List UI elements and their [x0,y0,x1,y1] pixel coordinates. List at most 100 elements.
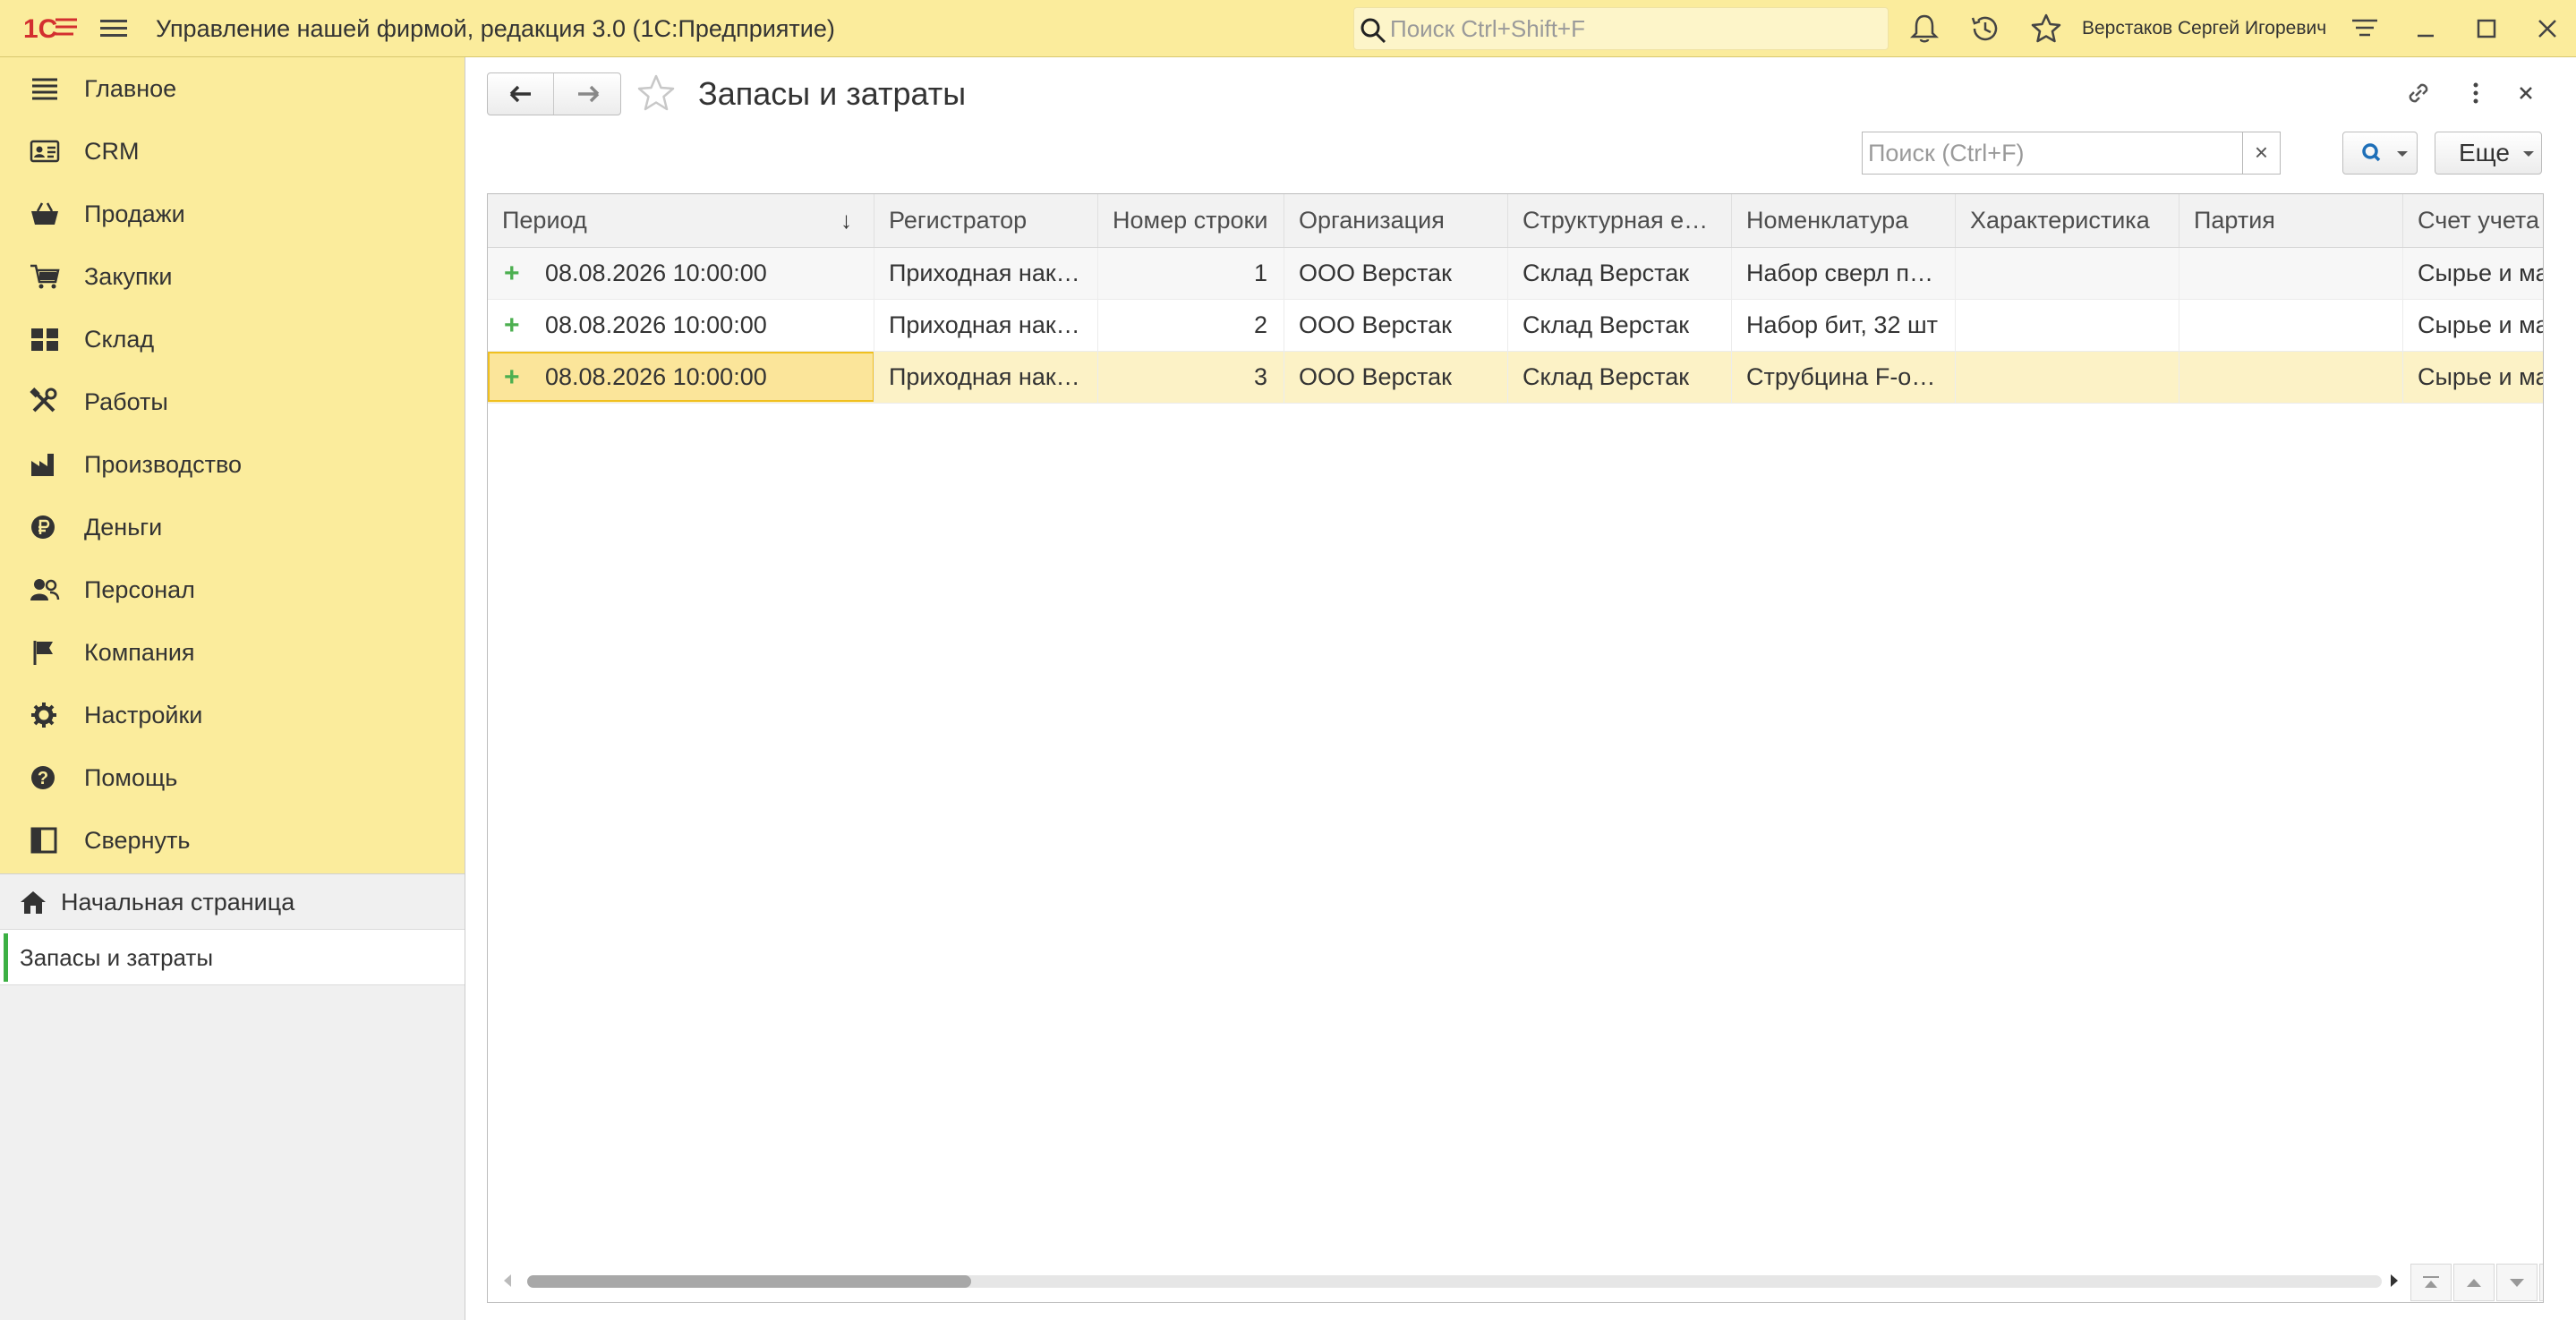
sidebar-item-production[interactable]: Производство [0,433,464,496]
scroll-right-icon[interactable] [2391,1274,2398,1287]
cell-nomenclature[interactable]: Набор сверл п… [1732,248,1956,299]
sidebar-item-help[interactable]: ? Помощь [0,746,464,809]
cell-organization[interactable]: ООО Верстак [1284,352,1508,403]
global-search-input[interactable] [1390,8,1873,49]
column-header-period[interactable]: Период ↓ [488,194,874,247]
sidebar-item-label: Компания [84,639,195,666]
column-header-batch[interactable]: Партия [2179,194,2403,247]
home-page-link[interactable]: Начальная страница [0,874,465,930]
cell-batch[interactable] [2179,352,2403,403]
sidebar-item-works[interactable]: Работы [0,370,464,433]
page-down-button[interactable] [2496,1264,2538,1301]
column-header-characteristic[interactable]: Характеристика [1956,194,2179,247]
cell-structural-unit[interactable]: Склад Верстак [1508,300,1732,351]
main-menu-icon[interactable] [100,16,127,41]
favorites-star-icon[interactable] [2028,11,2064,47]
settings-menu-icon[interactable] [2347,11,2383,47]
cell-structural-unit[interactable]: Склад Верстак [1508,352,1732,403]
sidebar-item-label: Главное [84,75,177,102]
close-form-icon[interactable] [2508,75,2544,111]
cell-line-number[interactable]: 2 [1098,300,1284,351]
column-header-registrar[interactable]: Регистратор [874,194,1098,247]
cart-icon [30,264,60,289]
cell-batch[interactable] [2179,300,2403,351]
go-to-first-button[interactable] [2410,1264,2452,1301]
forward-button[interactable] [555,73,621,115]
cell-batch[interactable] [2179,248,2403,299]
sort-descending-icon[interactable]: ↓ [840,194,852,247]
sidebar-item-warehouse[interactable]: Склад [0,308,464,370]
column-header-nomenclature[interactable]: Номенклатура [1732,194,1956,247]
column-header-structural-unit[interactable]: Структурная е… [1508,194,1732,247]
cell-registrar[interactable]: Приходная нак… [874,300,1098,351]
minimize-icon[interactable] [2408,11,2444,47]
sidebar-item-money[interactable]: Деньги [0,496,464,558]
cell-period[interactable]: 08.08.2026 10:00:00 [488,248,874,299]
cell-period[interactable]: 08.08.2026 10:00:00 [488,300,874,351]
table-row[interactable]: + 08.08.2026 10:00:00 Приходная нак… 1 О… [488,248,2543,300]
cell-registrar[interactable]: Приходная нак… [874,352,1098,403]
open-window-tab[interactable]: Запасы и затраты [0,930,465,985]
sidebar-item-personnel[interactable]: Персонал [0,558,464,621]
sidebar-item-label: Склад [84,326,155,353]
sidebar-item-main[interactable]: Главное [0,57,464,120]
more-button[interactable]: Еще [2435,132,2542,175]
cell-organization[interactable]: ООО Верстак [1284,300,1508,351]
search-options-button[interactable] [2342,132,2418,175]
notifications-bell-icon[interactable] [1906,11,1942,47]
cell-account[interactable]: Сырье и ма [2403,300,2543,351]
more-actions-icon[interactable] [2458,75,2494,111]
sidebar-item-purchases[interactable]: Закупки [0,245,464,308]
scroll-left-icon[interactable] [504,1274,511,1287]
sidebar-item-settings[interactable]: Настройки [0,684,464,746]
close-window-icon[interactable] [2529,11,2565,47]
cell-characteristic[interactable] [1956,352,2179,403]
page-up-button[interactable] [2453,1264,2495,1301]
clear-search-button[interactable]: × [2242,132,2280,174]
cell-line-number[interactable]: 1 [1098,248,1284,299]
gear-icon [31,703,56,728]
cell-period[interactable]: 08.08.2026 10:00:00 [488,352,874,403]
user-name[interactable]: Верстаков Сергей Игоревич [2082,0,2326,57]
warehouse-grid-icon [31,328,58,351]
sidebar-item-company[interactable]: Компания [0,621,464,684]
cell-line-number[interactable]: 3 [1098,352,1284,403]
chevron-down-icon [2397,151,2408,157]
first-page-icon [2423,1276,2439,1288]
cell-registrar[interactable]: Приходная нак… [874,248,1098,299]
flag-icon [33,641,53,665]
cell-nomenclature[interactable]: Струбцина F-о… [1732,352,1956,403]
cell-structural-unit[interactable]: Склад Верстак [1508,248,1732,299]
history-icon[interactable] [1967,11,2003,47]
sidebar-item-sales[interactable]: Продажи [0,183,464,245]
column-header-line-number[interactable]: Номер строки [1098,194,1284,247]
cell-characteristic[interactable] [1956,300,2179,351]
sidebar-item-crm[interactable]: CRM [0,120,464,183]
table-header: Период ↓ Регистратор Номер строки Органи… [488,194,2543,248]
column-header-organization[interactable]: Организация [1284,194,1508,247]
cell-account[interactable]: Сырье и ма [2403,352,2543,403]
help-icon: ? [31,766,55,789]
inventory-table: Период ↓ Регистратор Номер строки Органи… [487,193,2544,1303]
maximize-icon[interactable] [2469,11,2504,47]
table-row-selected[interactable]: + 08.08.2026 10:00:00 Приходная нак… 3 О… [488,352,2543,404]
back-button[interactable] [488,73,554,115]
table-row[interactable]: + 08.08.2026 10:00:00 Приходная нак… 2 О… [488,300,2543,352]
list-search-input[interactable] [1863,132,2242,174]
cell-characteristic[interactable] [1956,248,2179,299]
sidebar-item-collapse[interactable]: Свернуть [0,809,464,872]
add-to-favorites-star-icon[interactable] [634,72,678,116]
link-icon[interactable] [2401,75,2436,111]
go-to-last-button[interactable] [2539,1264,2543,1301]
page-title: Запасы и затраты [698,75,967,112]
horizontal-scrollbar[interactable] [488,1261,2543,1302]
cell-account[interactable]: Сырье и ма [2403,248,2543,299]
scroll-thumb[interactable] [527,1275,971,1288]
cell-nomenclature[interactable]: Набор бит, 32 шт [1732,300,1956,351]
1c-logo[interactable]: 1С [23,13,79,43]
open-window-label: Запасы и затраты [20,944,214,971]
column-header-account[interactable]: Счет учета [2403,194,2543,247]
sidebar-item-label: Деньги [84,514,163,541]
cell-organization[interactable]: ООО Верстак [1284,248,1508,299]
global-search[interactable] [1353,7,1889,50]
